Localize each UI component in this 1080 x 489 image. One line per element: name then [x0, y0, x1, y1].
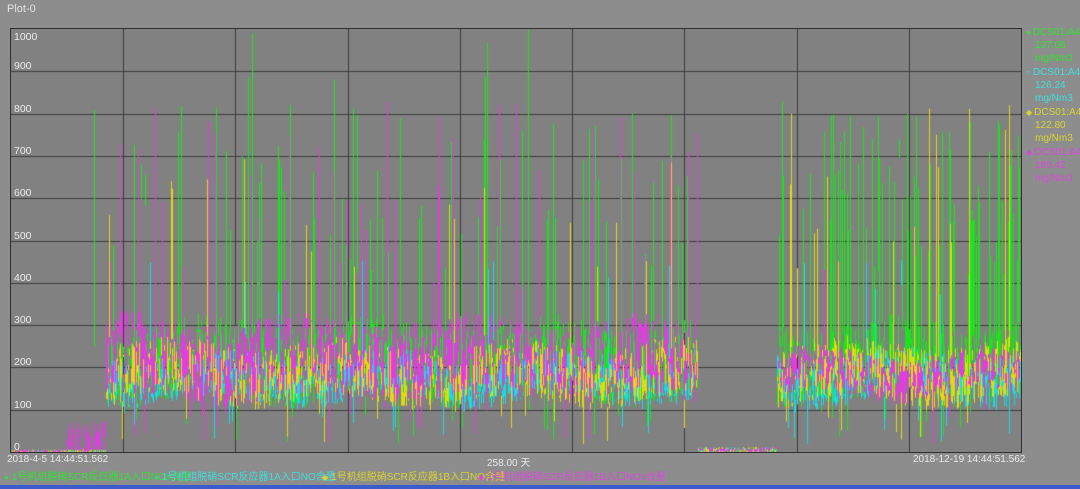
pen-tag: DCS01:A4 — [1034, 147, 1080, 158]
y-tick-label: 900 — [14, 60, 32, 72]
pen-tag: DCS01:A4 — [1034, 107, 1080, 118]
pen-value: 180.42 — [1026, 159, 1080, 172]
pen-unit: mg/Nm3 — [1026, 92, 1080, 105]
pen-entry[interactable]: ◆DCS01:A4 180.42 mg/Nm3 — [1026, 146, 1080, 185]
pen-value: 126.24 — [1026, 79, 1080, 92]
pen-unit: mg/Nm3 — [1026, 132, 1080, 145]
pen-marker-icon: ◆ — [1026, 148, 1032, 157]
pen-entry[interactable]: ◆DCS01:A4 122.80 mg/Nm3 — [1026, 106, 1080, 145]
legend-entry[interactable]: ○1号机组脱硝SCR反应器1A入口NO含量 — [154, 468, 336, 483]
x-axis-row: 2018-4-5 14:44:51.562 258.00 天 2018-12-1… — [0, 454, 1080, 467]
legend-entry-label: 1号机组脱硝SCR反应器1B入口NOx含量 — [487, 472, 666, 483]
pen-entry[interactable]: ●DCS01:A4 137.06 mg/Nm3 — [1026, 26, 1080, 65]
pen-legend-row: ●1号机组脱硝SCR反应器1A入口NOx含量 ○1号机组脱硝SCR反应器1A入口… — [0, 468, 1080, 483]
y-tick-label: 1000 — [14, 31, 37, 43]
trend-canvas[interactable] — [11, 29, 1021, 452]
y-tick-label: 200 — [14, 356, 32, 368]
pen-value: 122.80 — [1026, 119, 1080, 132]
pen-marker-icon: ● — [1026, 28, 1031, 37]
legend-entry[interactable]: ◆1号机组脱硝SCR反应器1B入口NOx含量 — [478, 468, 666, 483]
legend-entry-label: 1号机组脱硝SCR反应器1A入口NO含量 — [162, 472, 336, 483]
y-tick-label: 800 — [14, 103, 32, 115]
y-tick-label: 600 — [14, 187, 32, 199]
x-axis-span-label: 258.00 天 — [487, 454, 530, 469]
pen-marker-icon: ○ — [154, 473, 159, 482]
pen-unit: mg/Nm3 — [1026, 172, 1080, 185]
pen-value-panel: ●DCS01:A4 137.06 mg/Nm3 ○DCS01:A4 126.24… — [1026, 26, 1080, 196]
plot-title: Plot-0 — [7, 3, 36, 15]
pen-value: 137.06 — [1026, 39, 1080, 52]
pen-unit: mg/Nm3 — [1026, 52, 1080, 65]
pen-marker-icon: ◆ — [1026, 108, 1032, 117]
y-tick-label: 500 — [14, 230, 32, 242]
pen-tag: DCS01:A4 — [1033, 27, 1080, 38]
x-axis-end-timestamp: 2018-12-19 14:44:51.562 — [913, 454, 1025, 465]
x-axis-start-timestamp: 2018-4-5 14:44:51.562 — [7, 454, 108, 465]
pen-marker-icon: ◆ — [478, 473, 484, 482]
pen-marker-icon: ○ — [1026, 68, 1031, 77]
pen-tag: DCS01:A4 — [1033, 67, 1080, 78]
trend-plot-area[interactable]: 10009008007006005004003002001000 — [10, 28, 1022, 453]
y-tick-label: 300 — [14, 314, 32, 326]
pen-marker-icon: ◆ — [322, 473, 328, 482]
bottom-window-edge — [0, 485, 1080, 489]
y-tick-label: 100 — [14, 399, 32, 411]
y-tick-label: 700 — [14, 145, 32, 157]
y-tick-label: 400 — [14, 272, 32, 284]
pen-marker-icon: ● — [4, 473, 9, 482]
pen-entry[interactable]: ○DCS01:A4 126.24 mg/Nm3 — [1026, 66, 1080, 105]
y-tick-label: 0 — [14, 441, 20, 453]
